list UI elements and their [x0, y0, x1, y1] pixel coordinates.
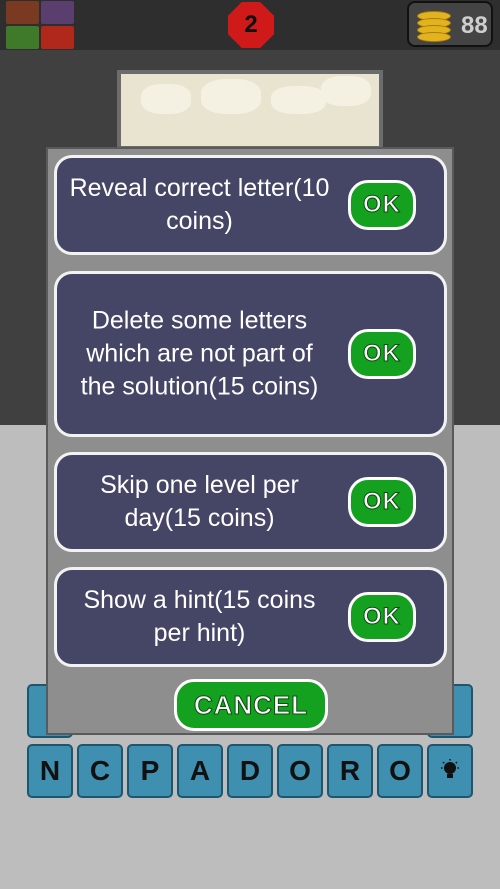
thumbnail-image [6, 1, 39, 24]
letter-tile[interactable]: D [227, 744, 273, 798]
letter-tile[interactable]: R [327, 744, 373, 798]
ok-button[interactable]: OK [348, 477, 416, 527]
letter: A [189, 755, 211, 786]
coin-stack-icon [417, 11, 451, 42]
letter: N [39, 755, 61, 786]
hint-tile[interactable] [427, 744, 473, 798]
help-dialog: Reveal correct letter(10 coins) OK Delet… [46, 147, 454, 735]
letter-tile[interactable]: O [277, 744, 323, 798]
ok-button[interactable]: OK [348, 592, 416, 642]
letter-tile[interactable]: N [27, 744, 73, 798]
letter: R [339, 755, 361, 786]
option-delete-letters: Delete some letters which are not part o… [54, 271, 447, 437]
letter: O [389, 755, 411, 786]
option-reveal-letter: Reveal correct letter(10 coins) OK [54, 155, 447, 255]
option-label: Reveal correct letter(10 coins) [69, 174, 330, 235]
level-badge: 2 [228, 2, 274, 48]
letter-tile[interactable]: O [377, 744, 423, 798]
option-skip-level: Skip one level per day(15 coins) OK [54, 452, 447, 552]
puzzle-photo [117, 70, 383, 150]
top-bar: 2 88 [0, 0, 500, 50]
option-label: Show a hint(15 coins per hint) [83, 586, 316, 647]
letter: D [239, 755, 261, 786]
coin-count: 88 [461, 12, 488, 39]
letter: P [140, 755, 160, 786]
letter-tile[interactable]: P [127, 744, 173, 798]
option-label: Skip one level per day(15 coins) [100, 471, 299, 532]
option-label: Delete some letters which are not part o… [80, 306, 319, 401]
thumbnail-image [6, 26, 39, 49]
letter-tile[interactable]: A [177, 744, 223, 798]
lightbulb-icon [441, 759, 459, 778]
ok-button[interactable]: OK [348, 329, 416, 379]
letter: C [89, 755, 111, 786]
letter: O [289, 755, 311, 786]
cancel-button[interactable]: CANCEL [174, 679, 328, 731]
coin-counter[interactable]: 88 [407, 1, 493, 47]
thumbnail-image [41, 26, 74, 49]
ok-button[interactable]: OK [348, 180, 416, 230]
option-show-hint: Show a hint(15 coins per hint) OK [54, 567, 447, 667]
thumbnail-image [41, 1, 74, 24]
level-number: 2 [244, 11, 258, 38]
puzzle-thumbnails[interactable] [6, 1, 74, 49]
letter-tile[interactable]: C [77, 744, 123, 798]
